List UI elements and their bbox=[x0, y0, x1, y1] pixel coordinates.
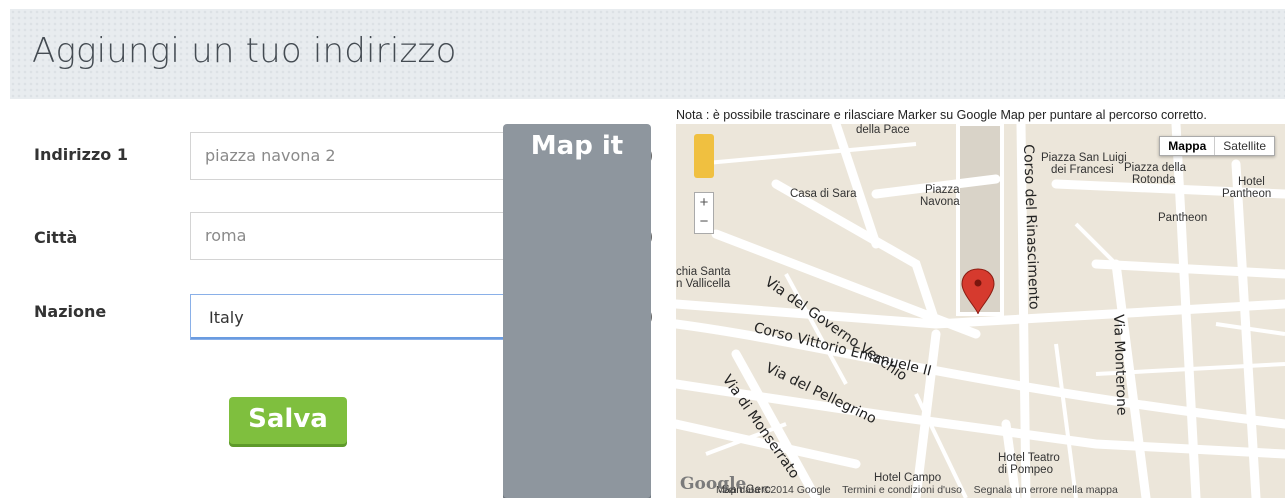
map-label: Hotel Campo bbox=[874, 472, 942, 484]
map-label: Hotel Teatro bbox=[998, 452, 1060, 464]
country-select-value: Italy bbox=[209, 308, 244, 327]
map-label: di Pompeo bbox=[998, 464, 1053, 476]
map-label: Pantheon bbox=[1222, 188, 1272, 200]
city-label: Città bbox=[34, 228, 78, 247]
map-label: Piazza bbox=[925, 184, 960, 196]
map-footer: Map data ©2014 Google Termini e condizio… bbox=[716, 484, 1118, 496]
zoom-control[interactable]: + − bbox=[694, 192, 714, 234]
map-it-button[interactable]: Map it bbox=[503, 124, 651, 498]
map-label: della Pace bbox=[856, 124, 910, 136]
map-label: Rotonda bbox=[1132, 174, 1176, 186]
google-map[interactable]: + − Mappa Satellite della Pace Piazza Sa… bbox=[676, 124, 1285, 498]
map-type-satellite-button[interactable]: Satellite bbox=[1215, 137, 1274, 155]
zoom-in-button[interactable]: + bbox=[695, 193, 713, 212]
map-label: Hotel bbox=[1238, 176, 1265, 188]
save-button[interactable]: Salva bbox=[229, 397, 347, 444]
pegman-icon[interactable] bbox=[694, 134, 714, 178]
map-type-map-button[interactable]: Mappa bbox=[1160, 137, 1216, 155]
zoom-out-button[interactable]: − bbox=[695, 212, 713, 231]
country-label: Nazione bbox=[34, 302, 107, 321]
map-label: Pantheon bbox=[1158, 212, 1208, 224]
page-header: Aggiungi un tuo indirizzo bbox=[10, 9, 1285, 99]
map-label: dei Francesi bbox=[1051, 164, 1114, 176]
address-label: Indirizzo 1 bbox=[34, 145, 128, 164]
map-note: Nota : è possibile trascinare e rilascia… bbox=[676, 108, 1207, 122]
page-title: Aggiungi un tuo indirizzo bbox=[32, 31, 457, 71]
map-label: n Vallicella bbox=[676, 278, 731, 290]
map-label: Piazza della bbox=[1124, 162, 1187, 174]
map-label: Casa di Sara bbox=[790, 188, 857, 200]
terms-link[interactable]: Termini e condizioni d'uso bbox=[842, 484, 962, 496]
report-error-link[interactable]: Segnala un errore nella mappa bbox=[974, 484, 1118, 496]
map-label: Piazza San Luigi bbox=[1041, 152, 1127, 164]
map-type-control[interactable]: Mappa Satellite bbox=[1159, 136, 1275, 156]
map-label: Navona bbox=[920, 196, 960, 208]
map-label: chia Santa bbox=[676, 266, 731, 278]
map-data-attribution: Map data ©2014 Google bbox=[716, 484, 831, 496]
